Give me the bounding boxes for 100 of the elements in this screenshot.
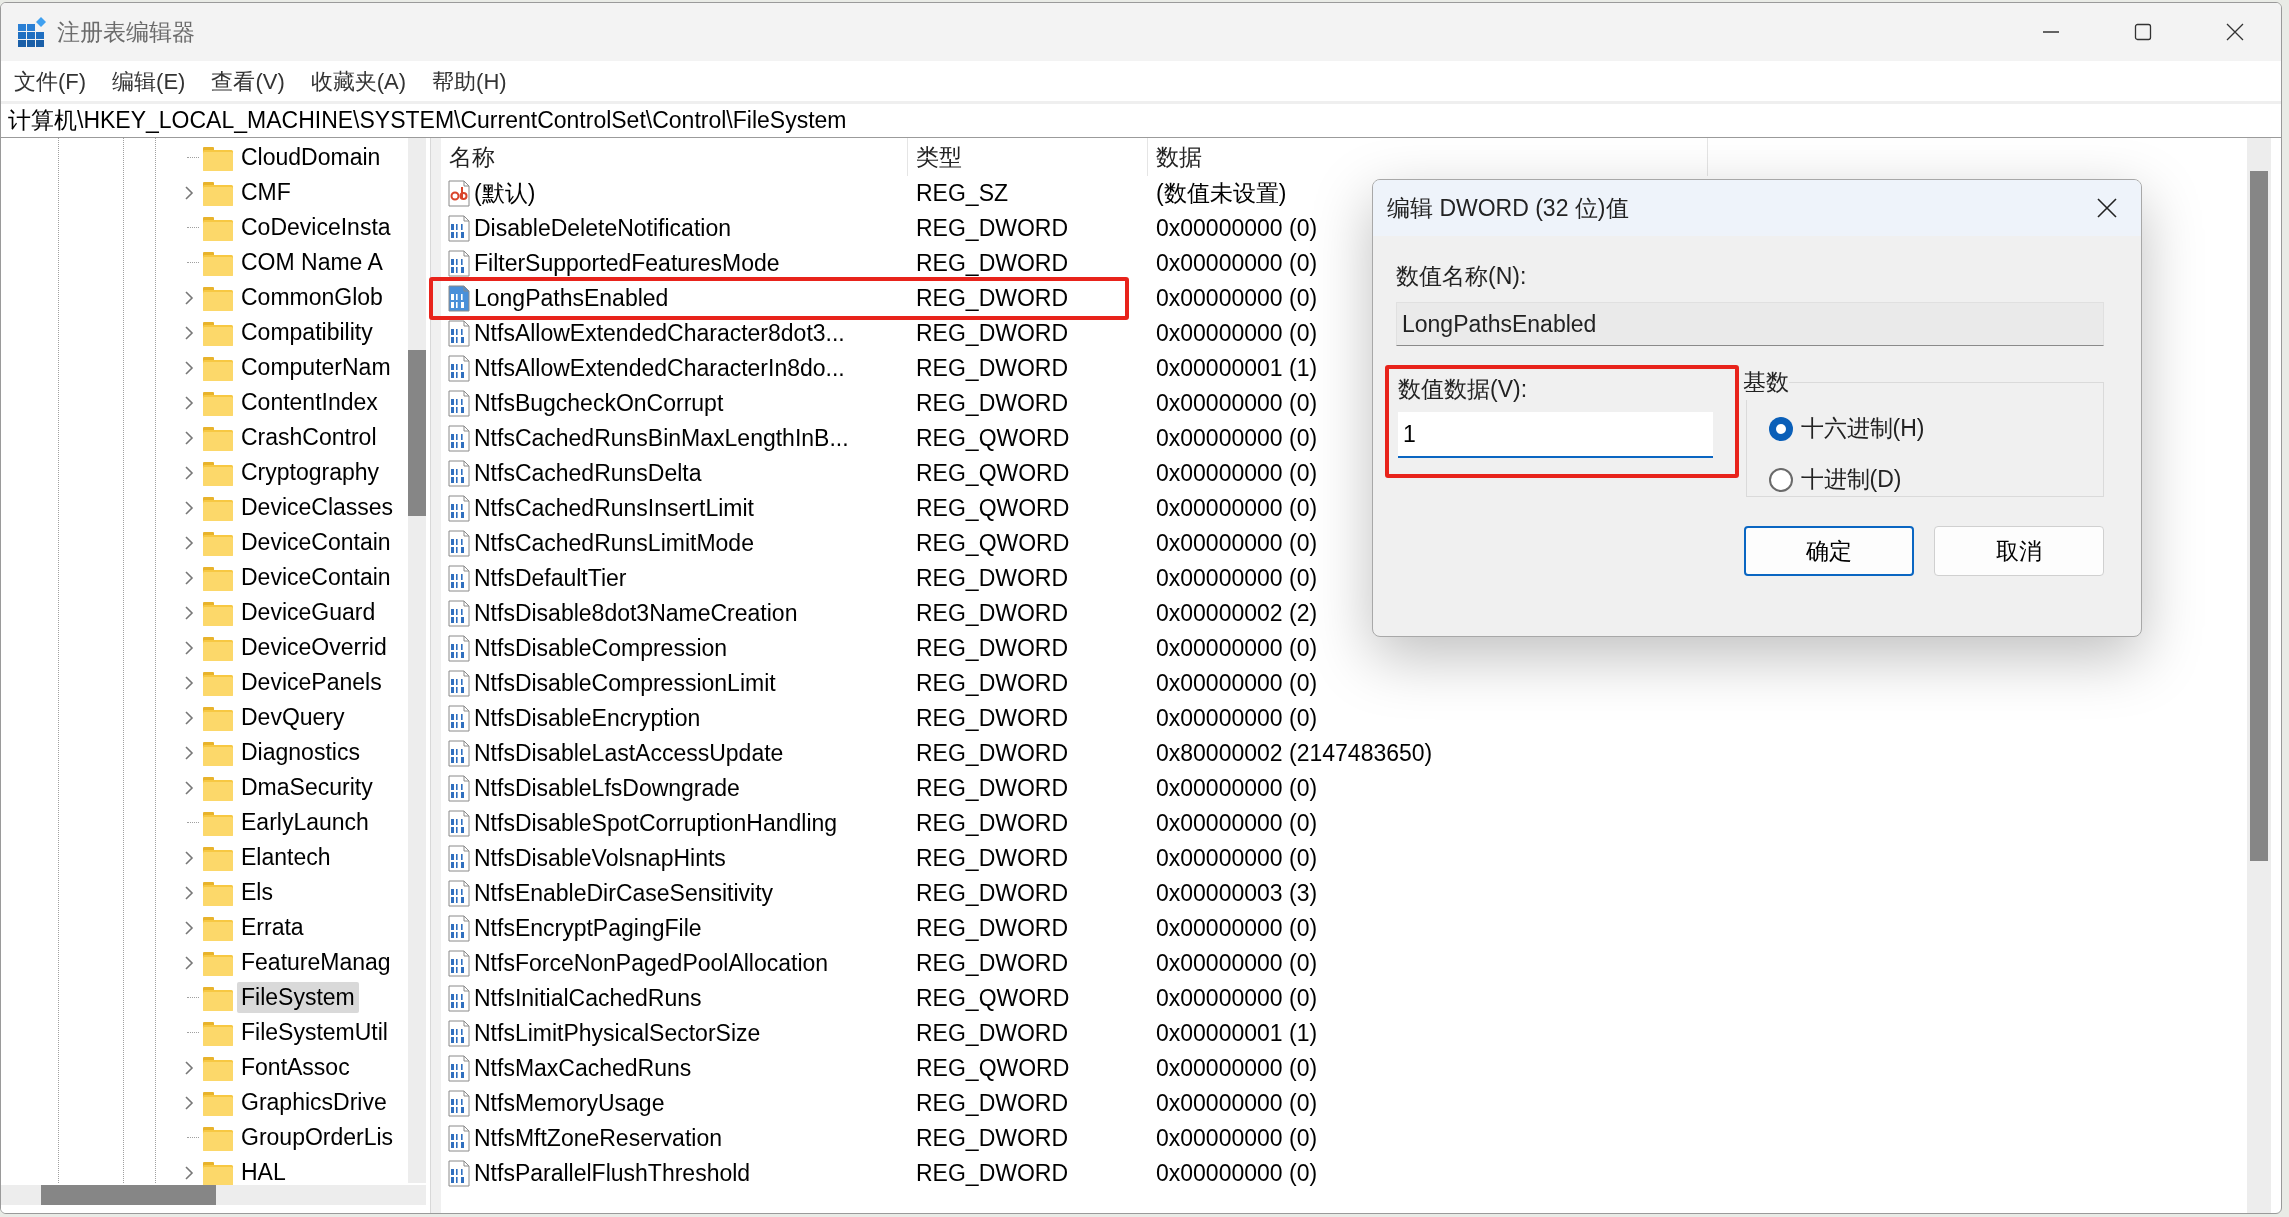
tree-item[interactable]: CrashControl xyxy=(237,422,381,453)
value-name[interactable]: NtfsMaxCachedRuns xyxy=(474,1051,692,1086)
chevron-icon[interactable] xyxy=(184,955,194,970)
tree-item[interactable]: DevicePanels xyxy=(237,667,386,698)
dialog-button[interactable]: 取消 xyxy=(1934,526,2104,576)
chevron-icon[interactable] xyxy=(184,500,194,515)
dialog-button[interactable]: 确定 xyxy=(1744,526,1914,576)
tree-item[interactable]: FeatureManag xyxy=(237,947,395,978)
value-name[interactable]: NtfsAllowExtendedCharacterIn8do... xyxy=(474,351,845,386)
tree-item[interactable]: FontAssoc xyxy=(237,1052,354,1083)
tree-item[interactable]: DeviceClasses xyxy=(237,492,398,523)
menu-item[interactable]: 帮助(H) xyxy=(419,64,520,98)
scrollbar-thumb[interactable] xyxy=(2250,171,2268,861)
value-name[interactable]: NtfsCachedRunsBinMaxLengthInB... xyxy=(474,421,849,456)
tree-item[interactable]: DeviceOverrid xyxy=(237,632,391,663)
scrollbar-thumb[interactable] xyxy=(41,1185,216,1205)
value-name[interactable]: NtfsDisableLfsDowngrade xyxy=(474,771,740,806)
tree-item[interactable]: FileSystem xyxy=(237,982,359,1013)
value-name[interactable]: NtfsMemoryUsage xyxy=(474,1086,665,1121)
tree-item[interactable]: GroupOrderLis xyxy=(237,1122,398,1153)
tree-item[interactable]: CommonGlob xyxy=(237,282,387,313)
tree-item[interactable]: DmaSecurity xyxy=(237,772,377,803)
radio-label[interactable]: 十进制(D) xyxy=(1800,462,1902,497)
chevron-icon[interactable] xyxy=(184,395,194,410)
chevron-icon[interactable] xyxy=(184,920,194,935)
chevron-icon[interactable] xyxy=(184,850,194,865)
tree-item[interactable]: Errata xyxy=(237,912,308,943)
tree-item[interactable]: EarlyLaunch xyxy=(237,807,373,838)
chevron-icon[interactable] xyxy=(184,1165,194,1180)
value-name[interactable]: NtfsDisable8dot3NameCreation xyxy=(474,596,798,631)
value-name[interactable]: NtfsParallelFlushThreshold xyxy=(474,1156,751,1191)
tree-item[interactable]: FileSystemUtil xyxy=(237,1017,392,1048)
tree-item[interactable]: DeviceContain xyxy=(237,527,395,558)
column-header[interactable]: 数据 xyxy=(1156,139,1202,175)
tree-item[interactable]: DevQuery xyxy=(237,702,349,733)
tree-item[interactable]: HAL xyxy=(237,1157,290,1188)
chevron-icon[interactable] xyxy=(184,430,194,445)
value-name[interactable]: NtfsForceNonPagedPoolAllocation xyxy=(474,946,829,981)
menu-item[interactable]: 收藏夹(A) xyxy=(297,64,420,98)
tree-item[interactable]: DeviceGuard xyxy=(237,597,380,628)
address-bar[interactable]: 计算机\HKEY_LOCAL_MACHINE\SYSTEM\CurrentControlSet\Control\FileSystem xyxy=(8,103,847,138)
value-name[interactable]: DisableDeleteNotification xyxy=(474,211,731,246)
menu-item[interactable]: 查看(V) xyxy=(198,64,298,98)
value-name[interactable]: LongPathsEnabled xyxy=(474,281,669,316)
chevron-icon[interactable] xyxy=(184,710,194,725)
value-name[interactable]: NtfsMftZoneReservation xyxy=(474,1121,722,1156)
value-name[interactable]: NtfsDisableSpotCorruptionHandling xyxy=(474,806,838,841)
tree-item[interactable]: Els xyxy=(237,877,277,908)
chevron-icon[interactable] xyxy=(184,465,194,480)
value-name[interactable]: NtfsDefaultTier xyxy=(474,561,627,596)
value-name[interactable]: NtfsDisableCompression xyxy=(474,631,728,666)
chevron-icon[interactable] xyxy=(184,325,194,340)
tree-item[interactable]: GraphicsDrive xyxy=(237,1087,391,1118)
value-name[interactable]: NtfsDisableEncryption xyxy=(474,701,701,736)
value-name[interactable]: NtfsCachedRunsDelta xyxy=(474,456,702,491)
chevron-icon[interactable] xyxy=(184,745,194,760)
scrollbar-thumb[interactable] xyxy=(408,350,426,516)
value-name[interactable]: FilterSupportedFeaturesMode xyxy=(474,246,780,281)
value-name[interactable]: NtfsEnableDirCaseSensitivity xyxy=(474,876,774,911)
tree-item[interactable]: Diagnostics xyxy=(237,737,364,768)
column-header[interactable]: 名称 xyxy=(449,139,495,175)
value-name[interactable]: NtfsDisableVolsnapHints xyxy=(474,841,726,876)
chevron-icon[interactable] xyxy=(184,1060,194,1075)
value-name[interactable]: (默认) xyxy=(474,176,536,211)
tree-item[interactable]: CoDeviceInsta xyxy=(237,212,395,243)
tree-item[interactable]: CMF xyxy=(237,177,295,208)
chevron-icon[interactable] xyxy=(184,185,194,200)
value-data-field[interactable]: 1 xyxy=(1398,412,1713,458)
tree-item[interactable]: DeviceContain xyxy=(237,562,395,593)
tree-item[interactable]: COM Name A xyxy=(237,247,387,278)
chevron-icon[interactable] xyxy=(184,570,194,585)
tree-item[interactable]: ContentIndex xyxy=(237,387,382,418)
value-name[interactable]: NtfsAllowExtendedCharacter8dot3... xyxy=(474,316,845,351)
tree-item[interactable]: ComputerNam xyxy=(237,352,395,383)
chevron-icon[interactable] xyxy=(184,290,194,305)
chevron-icon[interactable] xyxy=(184,535,194,550)
tree-item[interactable]: CloudDomain xyxy=(237,142,385,173)
chevron-icon[interactable] xyxy=(184,780,194,795)
chevron-icon[interactable] xyxy=(184,640,194,655)
menu-item[interactable]: 文件(F) xyxy=(1,64,100,98)
tree-item[interactable]: Cryptography xyxy=(237,457,384,488)
value-name[interactable]: NtfsEncryptPagingFile xyxy=(474,911,702,946)
radio-button[interactable] xyxy=(1768,416,1793,441)
value-name[interactable]: NtfsBugcheckOnCorrupt xyxy=(474,386,724,421)
value-name[interactable]: NtfsInitialCachedRuns xyxy=(474,981,702,1016)
value-name[interactable]: NtfsDisableCompressionLimit xyxy=(474,666,776,701)
tree-item[interactable]: Elantech xyxy=(237,842,335,873)
menu-item[interactable]: 编辑(E) xyxy=(99,64,199,98)
chevron-icon[interactable] xyxy=(184,675,194,690)
radio-label[interactable]: 十六进制(H) xyxy=(1800,411,1925,446)
column-header[interactable]: 类型 xyxy=(916,139,962,175)
value-name[interactable]: NtfsCachedRunsLimitMode xyxy=(474,526,754,561)
chevron-icon[interactable] xyxy=(184,605,194,620)
value-name[interactable]: NtfsLimitPhysicalSectorSize xyxy=(474,1016,761,1051)
tree-item[interactable]: Compatibility xyxy=(237,317,377,348)
chevron-icon[interactable] xyxy=(184,1095,194,1110)
chevron-icon[interactable] xyxy=(184,885,194,900)
chevron-icon[interactable] xyxy=(184,360,194,375)
value-name[interactable]: NtfsDisableLastAccessUpdate xyxy=(474,736,784,771)
radio-button[interactable] xyxy=(1768,467,1793,492)
